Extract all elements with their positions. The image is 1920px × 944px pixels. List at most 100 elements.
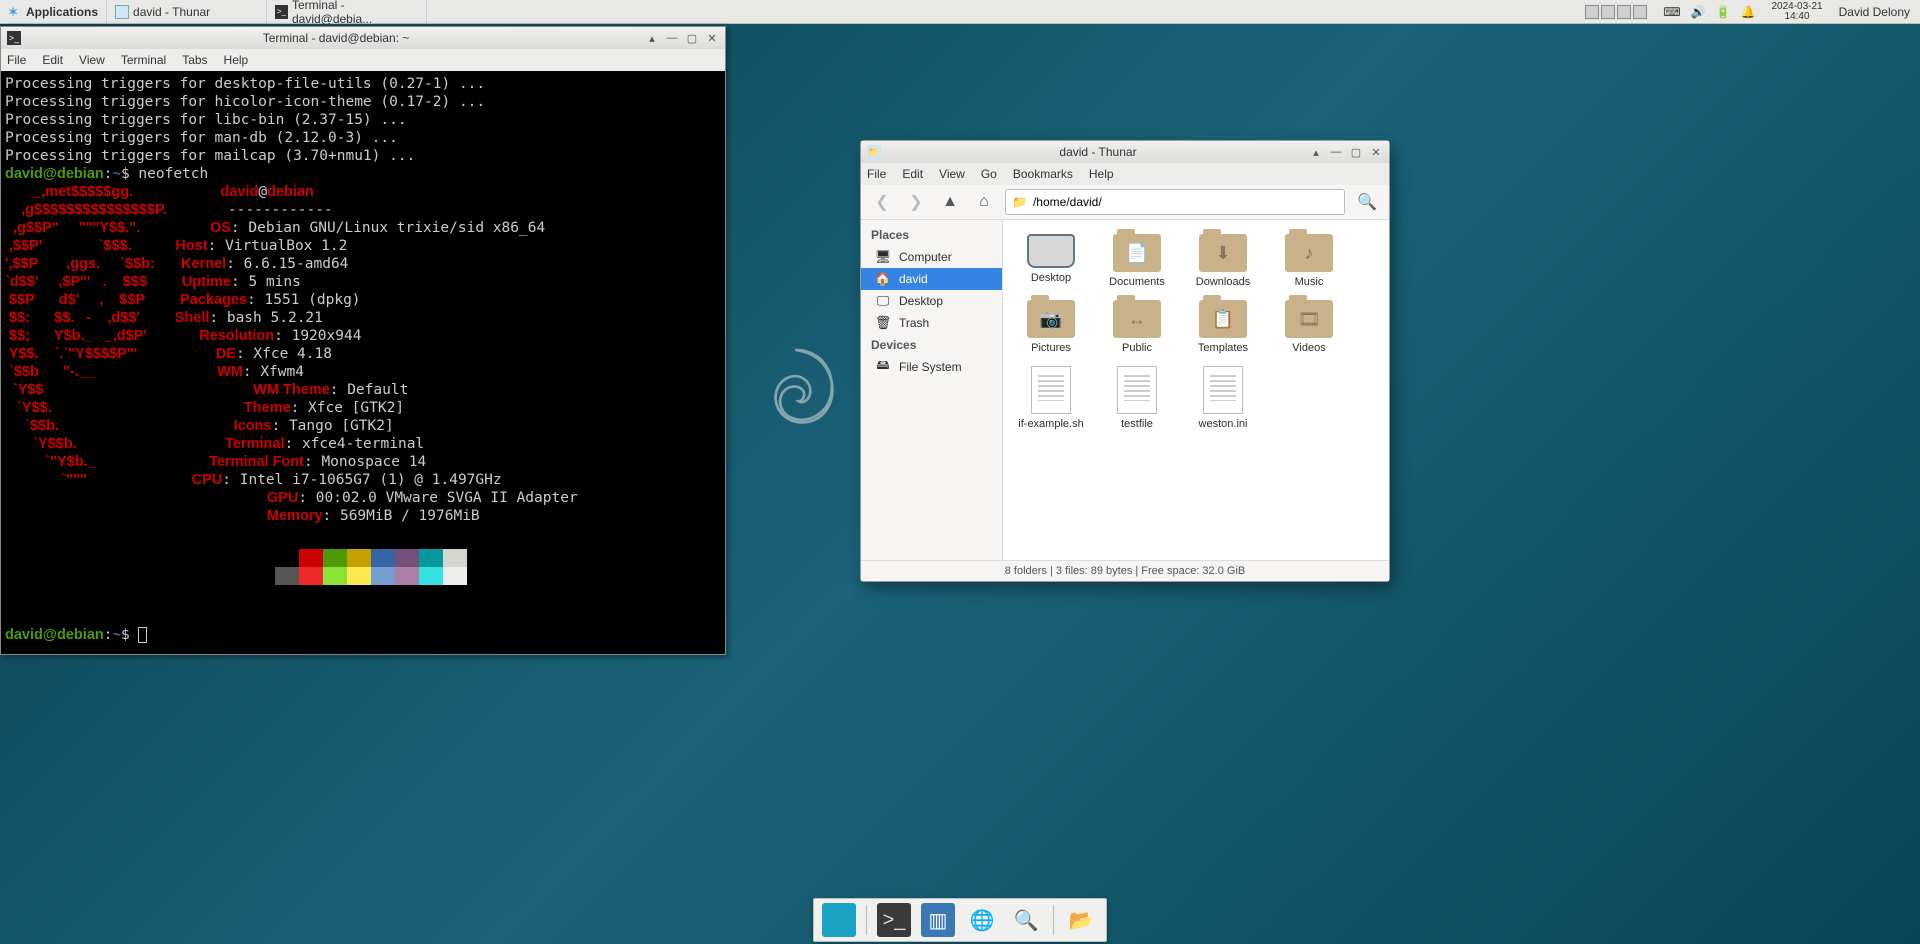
menu-go[interactable]: Go: [981, 167, 997, 181]
terminal-menubar: File Edit View Terminal Tabs Help: [1, 49, 725, 71]
maximize-button[interactable]: ▢: [685, 31, 699, 45]
dock-browser[interactable]: 🌐: [965, 903, 999, 937]
textfile-icon: [1117, 366, 1157, 414]
sidebar-item-david[interactable]: 🏠david: [861, 268, 1002, 290]
place-icon: 🖴: [875, 359, 891, 375]
file-item-downloads[interactable]: ⬇ Downloads: [1181, 230, 1265, 292]
thunar-icon-grid[interactable]: Desktop 📄 Documents ⬇ Downloads ♪Music 📷Pictur…: [1003, 220, 1389, 560]
menu-bookmarks[interactable]: Bookmarks: [1013, 167, 1073, 181]
file-label: if-example.sh: [1018, 418, 1083, 430]
menu-file[interactable]: File: [7, 53, 26, 67]
file-item-music[interactable]: ♪Music: [1267, 230, 1351, 292]
file-label: testfile: [1121, 418, 1153, 430]
sidebar-item-file-system[interactable]: 🖴File System: [861, 356, 1002, 378]
dock-terminal[interactable]: >_: [877, 903, 911, 937]
menu-file[interactable]: File: [867, 167, 886, 181]
menu-terminal[interactable]: Terminal: [121, 53, 166, 67]
path-input[interactable]: [1033, 195, 1338, 209]
close-button[interactable]: ✕: [705, 31, 719, 45]
menu-edit[interactable]: Edit: [902, 167, 923, 181]
file-label: Downloads: [1196, 276, 1250, 288]
xfce-logo-icon: ✶: [8, 5, 22, 19]
file-label: Templates: [1198, 342, 1248, 354]
parent-button[interactable]: ▲: [937, 189, 963, 215]
menu-help[interactable]: Help: [224, 53, 249, 67]
textfile-icon: [1203, 366, 1243, 414]
file-label: Documents: [1109, 276, 1165, 288]
file-item-public[interactable]: ↔ Public: [1095, 296, 1179, 358]
folder-icon: 📷: [1027, 300, 1075, 338]
applications-menu[interactable]: ✶ Applications: [0, 0, 107, 23]
folder-icon: ⬇: [1199, 234, 1247, 272]
dock-appfinder[interactable]: 🔍: [1009, 903, 1043, 937]
file-item-testfile[interactable]: testfile: [1095, 362, 1179, 434]
thunar-titlebar-icon: 📁: [867, 145, 881, 159]
file-item-desktop[interactable]: Desktop: [1009, 230, 1093, 292]
terminal-titlebar-icon: >_: [7, 31, 21, 45]
menu-edit[interactable]: Edit: [42, 53, 63, 67]
search-button[interactable]: 🔍: [1353, 189, 1381, 215]
forward-button[interactable]: ❯: [903, 189, 929, 215]
rollup-button[interactable]: ▴: [1309, 145, 1323, 159]
rollup-button[interactable]: ▴: [645, 31, 659, 45]
menu-help[interactable]: Help: [1089, 167, 1114, 181]
keyboard-icon[interactable]: ⌨: [1663, 5, 1680, 19]
thunar-titlebar[interactable]: 📁 david - Thunar ▴ — ▢ ✕: [861, 141, 1389, 163]
minimize-button[interactable]: —: [1329, 145, 1343, 159]
terminal-window: >_ Terminal - david@debian: ~ ▴ — ▢ ✕ Fi…: [0, 26, 726, 655]
sidebar-header: Places: [861, 224, 1002, 246]
thunar-window: 📁 david - Thunar ▴ — ▢ ✕ File Edit View Go B…: [860, 140, 1390, 582]
place-icon: 🗑: [875, 315, 891, 331]
folder-icon: 📄: [1113, 234, 1161, 272]
textfile-icon: [1031, 366, 1071, 414]
terminal-icon: >_: [275, 5, 288, 19]
show-desktop-button[interactable]: [822, 903, 856, 937]
back-button[interactable]: ❮: [869, 189, 895, 215]
volume-icon[interactable]: 🔊: [1691, 5, 1706, 19]
terminal-title: Terminal - david@debian: ~: [27, 31, 645, 45]
menu-tabs[interactable]: Tabs: [182, 53, 207, 67]
thunar-statusbar: 8 folders | 3 files: 89 bytes | Free spa…: [861, 560, 1389, 581]
place-icon: 🏠: [875, 271, 891, 287]
sidebar-item-desktop[interactable]: 🖵Desktop: [861, 290, 1002, 312]
file-item-weston-ini[interactable]: weston.ini: [1181, 362, 1265, 434]
dock-home-folder[interactable]: 📂: [1064, 903, 1098, 937]
workspace-switcher[interactable]: [1585, 5, 1647, 19]
dock: >_ ▥ 🌐 🔍 📂: [813, 898, 1107, 942]
menu-view[interactable]: View: [79, 53, 105, 67]
sidebar-item-trash[interactable]: 🗑Trash: [861, 312, 1002, 334]
close-button[interactable]: ✕: [1369, 145, 1383, 159]
place-icon: 🖵: [875, 293, 891, 309]
path-field[interactable]: 📁: [1005, 189, 1345, 215]
taskbar-thunar[interactable]: david - Thunar: [107, 0, 267, 23]
folder-icon: ↔: [1113, 300, 1161, 338]
sidebar-item-computer[interactable]: 🖥Computer: [861, 246, 1002, 268]
user-menu[interactable]: David Delony: [1839, 5, 1910, 19]
file-item-pictures[interactable]: 📷Pictures: [1009, 296, 1093, 358]
file-label: weston.ini: [1199, 418, 1248, 430]
file-label: Public: [1122, 342, 1152, 354]
file-item-videos[interactable]: 🎞Videos: [1267, 296, 1351, 358]
file-item-if-example-sh[interactable]: if-example.sh: [1009, 362, 1093, 434]
system-tray: ⌨ 🔊 🔋 🔔 2024-03-21 14:40 David Delony: [1575, 2, 1920, 22]
notifications-icon[interactable]: 🔔: [1741, 5, 1756, 19]
top-panel: ✶ Applications david - Thunar >_ Termina…: [0, 0, 1920, 24]
terminal-titlebar[interactable]: >_ Terminal - david@debian: ~ ▴ — ▢ ✕: [1, 27, 725, 49]
folder-icon: ♪: [1285, 234, 1333, 272]
menu-view[interactable]: View: [939, 167, 965, 181]
maximize-button[interactable]: ▢: [1349, 145, 1363, 159]
debian-swirl-icon: [750, 340, 840, 450]
thunar-title: david - Thunar: [887, 145, 1309, 159]
clock[interactable]: 2024-03-21 14:40: [1765, 2, 1828, 22]
file-item-templates[interactable]: 📋Templates: [1181, 296, 1265, 358]
home-button[interactable]: ⌂: [971, 189, 997, 215]
dock-files[interactable]: ▥: [921, 903, 955, 937]
file-item-documents[interactable]: 📄 Documents: [1095, 230, 1179, 292]
terminal-output[interactable]: Processing triggers for desktop-file-uti…: [1, 71, 725, 654]
taskbar-terminal[interactable]: >_ Terminal - david@debia...: [267, 0, 427, 23]
minimize-button[interactable]: —: [665, 31, 679, 45]
desktop-icon: [1027, 234, 1075, 268]
sidebar-header: Devices: [861, 334, 1002, 356]
power-icon[interactable]: 🔋: [1716, 5, 1731, 19]
place-icon: 🖥: [875, 249, 891, 265]
